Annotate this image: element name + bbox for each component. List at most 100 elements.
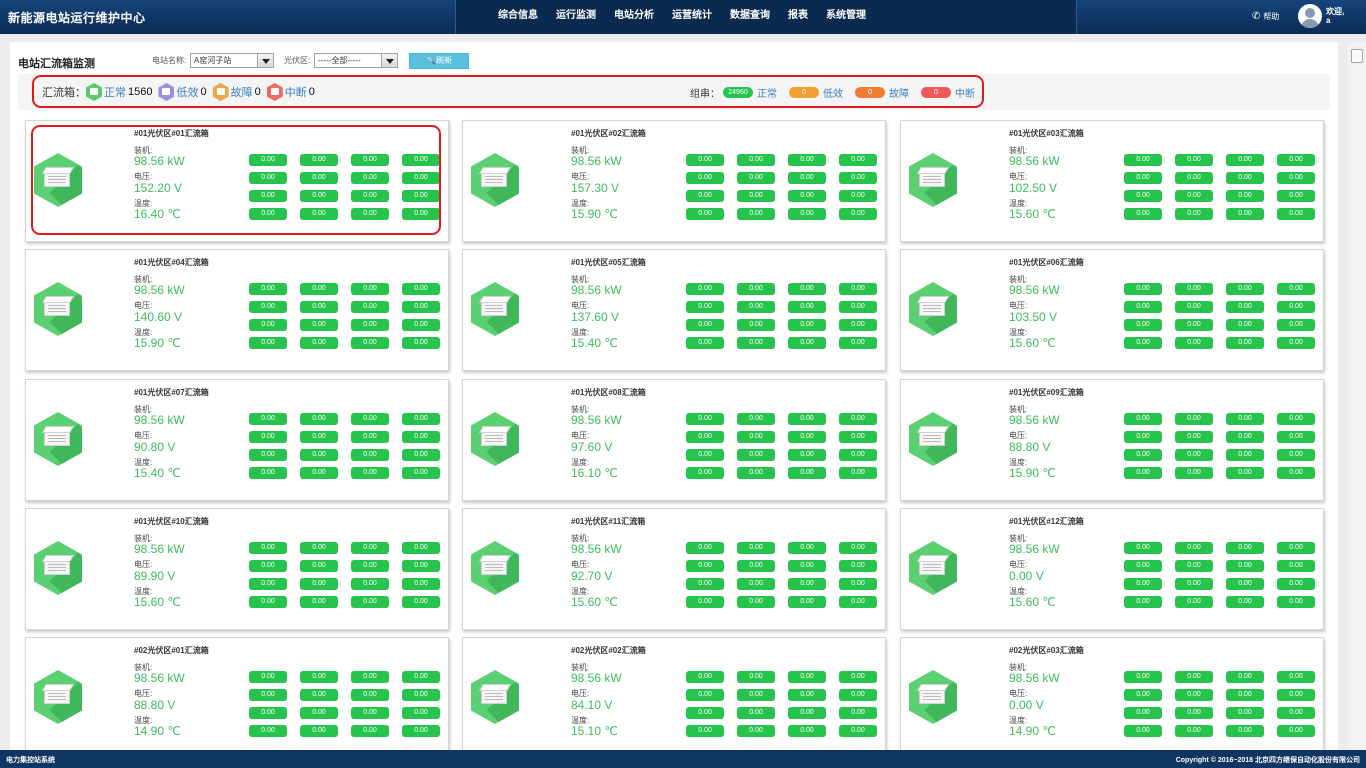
string-current-cell: 0.00 (737, 725, 775, 737)
string-current-cell: 0.00 (1277, 596, 1315, 608)
footer-copyright: Copyright © 2016~2018 北京四方继保自动化股份有限公司 (1175, 757, 1360, 764)
string-current-cell: 0.00 (737, 283, 775, 295)
string-current-cell: 0.00 (686, 578, 724, 590)
nav-overview[interactable]: 综合信息 (498, 0, 538, 34)
string-current-cell: 0.00 (686, 467, 724, 479)
avatar-head (1305, 8, 1315, 18)
nav-system[interactable]: 系统管理 (826, 0, 866, 34)
help-link[interactable]: ✆ 帮助 (1252, 11, 1279, 22)
card-title: #01光伏区#08汇流箱 (571, 388, 646, 397)
combiner-card[interactable]: #02光伏区#02汇流箱 装机: 98.56 kW 电压: 84.10 V 温度: 15.1… (462, 637, 886, 750)
temperature-value: 15.10 ℃ (571, 724, 618, 738)
combiner-card[interactable]: #01光伏区#12汇流箱 装机: 98.56 kW 电压: 0.00 V 温度: 15.60… (900, 508, 1324, 630)
combiner-card[interactable]: #01光伏区#04汇流箱 装机: 98.56 kW 电压: 140.60 V 温度: 15.… (25, 249, 449, 371)
combiner-card[interactable]: #01光伏区#03汇流箱 装机: 98.56 kW 电压: 102.50 V 温度: 15.… (900, 120, 1324, 242)
combiner-card[interactable]: #01光伏区#09汇流箱 装机: 98.56 kW 电压: 88.80 V 温度: 15.9… (900, 379, 1324, 501)
combiner-card[interactable]: #01光伏区#11汇流箱 装机: 98.56 kW 电压: 92.70 V 温度: 15.6… (462, 508, 886, 630)
combiner-card[interactable]: #01光伏区#06汇流箱 装机: 98.56 kW 电压: 103.50 V 温度: 15.… (900, 249, 1324, 371)
help-label: 帮助 (1263, 12, 1280, 21)
combiner-card[interactable]: #01光伏区#02汇流箱 装机: 98.56 kW 电压: 157.30 V 温度: 15.… (462, 120, 886, 242)
phone-icon: ✆ (1252, 11, 1261, 22)
refresh-button[interactable]: 🔍刷新 (409, 53, 469, 69)
string-current-cell: 0.00 (1277, 467, 1315, 479)
string-cells-grid: 0.00 0.00 0.00 0.00 0.00 0.00 0.00 0.00 0.00 0.00… (686, 542, 877, 608)
string-current-cell: 0.00 (249, 578, 287, 590)
combiner-box-icon (34, 412, 82, 466)
chevron-down-icon[interactable] (381, 54, 397, 67)
string-current-cell: 0.00 (737, 301, 775, 313)
chevron-down-icon[interactable] (257, 54, 273, 67)
card-title: #01光伏区#07汇流箱 (134, 388, 209, 397)
string-current-cell: 0.00 (402, 542, 440, 554)
string-current-cell: 0.00 (1277, 154, 1315, 166)
nav-statistics[interactable]: 运营统计 (672, 0, 712, 34)
nav-monitoring[interactable]: 运行监测 (556, 0, 596, 34)
string-current-cell: 0.00 (686, 596, 724, 608)
combiner-box-icon (34, 541, 82, 595)
card-title: #02光伏区#03汇流箱 (1009, 646, 1084, 655)
temperature-value: 14.90 ℃ (1009, 724, 1056, 738)
string-current-cell: 0.00 (300, 431, 338, 443)
temperature-value: 15.40 ℃ (134, 466, 181, 480)
string-current-cell: 0.00 (839, 689, 877, 701)
capacity-value: 98.56 kW (571, 283, 622, 297)
string-current-cell: 0.00 (1175, 725, 1213, 737)
card-title: #01光伏区#10汇流箱 (134, 517, 209, 526)
temperature-value: 16.10 ℃ (571, 466, 618, 480)
temperature-value: 15.40 ℃ (571, 336, 618, 350)
string-current-cell: 0.00 (737, 578, 775, 590)
nav-query[interactable]: 数据查询 (730, 0, 770, 34)
string-cells-grid: 0.00 0.00 0.00 0.00 0.00 0.00 0.00 0.00 0.00 0.00… (686, 413, 877, 479)
combiner-card[interactable]: #01光伏区#05汇流箱 装机: 98.56 kW 电压: 137.60 V 温度: 15.… (462, 249, 886, 371)
string-current-cell: 0.00 (737, 449, 775, 461)
capacity-value: 98.56 kW (1009, 413, 1060, 427)
string-current-cell: 0.00 (1226, 301, 1264, 313)
capacity-value: 98.56 kW (1009, 671, 1060, 685)
string-current-cell: 0.00 (737, 467, 775, 479)
card-title: #01光伏区#05汇流箱 (571, 258, 646, 267)
combiner-card[interactable]: #02光伏区#03汇流箱 装机: 98.56 kW 电压: 0.00 V 温度: 14.90… (900, 637, 1324, 750)
string-current-cell: 0.00 (351, 596, 389, 608)
string-current-cell: 0.00 (737, 560, 775, 572)
area-select[interactable]: -----全部----- (314, 53, 398, 68)
nav-analysis[interactable]: 电站分析 (614, 0, 654, 34)
station-select[interactable]: A窑河子站 (190, 53, 274, 68)
string-current-cell: 0.00 (1175, 560, 1213, 572)
nav-reports[interactable]: 报表 (788, 0, 808, 34)
string-current-cell: 0.00 (788, 707, 826, 719)
string-current-cell: 0.00 (1226, 190, 1264, 202)
string-current-cell: 0.00 (249, 707, 287, 719)
string-current-cell: 0.00 (1226, 542, 1264, 554)
voltage-value: 89.90 V (134, 569, 176, 583)
combiner-card[interactable]: #02光伏区#01汇流箱 装机: 98.56 kW 电压: 88.80 V 温度: 14.9… (25, 637, 449, 750)
string-cells-grid: 0.00 0.00 0.00 0.00 0.00 0.00 0.00 0.00 0.00 0.00… (1124, 154, 1315, 220)
string-current-cell: 0.00 (351, 707, 389, 719)
capacity-value: 98.56 kW (571, 413, 622, 427)
string-current-cell: 0.00 (788, 431, 826, 443)
avatar[interactable] (1298, 4, 1322, 28)
string-current-cell: 0.00 (1226, 172, 1264, 184)
scrollbar-thumb[interactable] (1351, 49, 1363, 63)
vertical-scrollbar[interactable] (1348, 42, 1366, 750)
string-interrupt-label: 中断 (955, 88, 975, 100)
combiner-card[interactable]: #01光伏区#07汇流箱 装机: 98.56 kW 电压: 90.80 V 温度: 15.4… (25, 379, 449, 501)
string-current-cell: 0.00 (839, 154, 877, 166)
string-current-cell: 0.00 (1175, 319, 1213, 331)
string-current-cell: 0.00 (839, 707, 877, 719)
temperature-value: 15.60 ℃ (1009, 595, 1056, 609)
string-current-cell: 0.00 (1277, 190, 1315, 202)
string-current-cell: 0.00 (1226, 283, 1264, 295)
combiner-card[interactable]: #01光伏区#10汇流箱 装机: 98.56 kW 电压: 89.90 V 温度: 15.6… (25, 508, 449, 630)
combiner-card[interactable]: #01光伏区#08汇流箱 装机: 98.56 kW 电压: 97.60 V 温度: 16.1… (462, 379, 886, 501)
string-current-cell: 0.00 (351, 560, 389, 572)
string-current-cell: 0.00 (1175, 154, 1213, 166)
voltage-value: 84.10 V (571, 698, 613, 712)
normal-label: 正常 (104, 87, 126, 99)
string-current-cell: 0.00 (1277, 431, 1315, 443)
user-greeting: 欢迎, a (1326, 7, 1344, 25)
string-current-cell: 0.00 (1226, 689, 1264, 701)
string-current-cell: 0.00 (300, 337, 338, 349)
string-current-cell: 0.00 (300, 542, 338, 554)
string-current-cell: 0.00 (402, 689, 440, 701)
string-current-cell: 0.00 (402, 707, 440, 719)
